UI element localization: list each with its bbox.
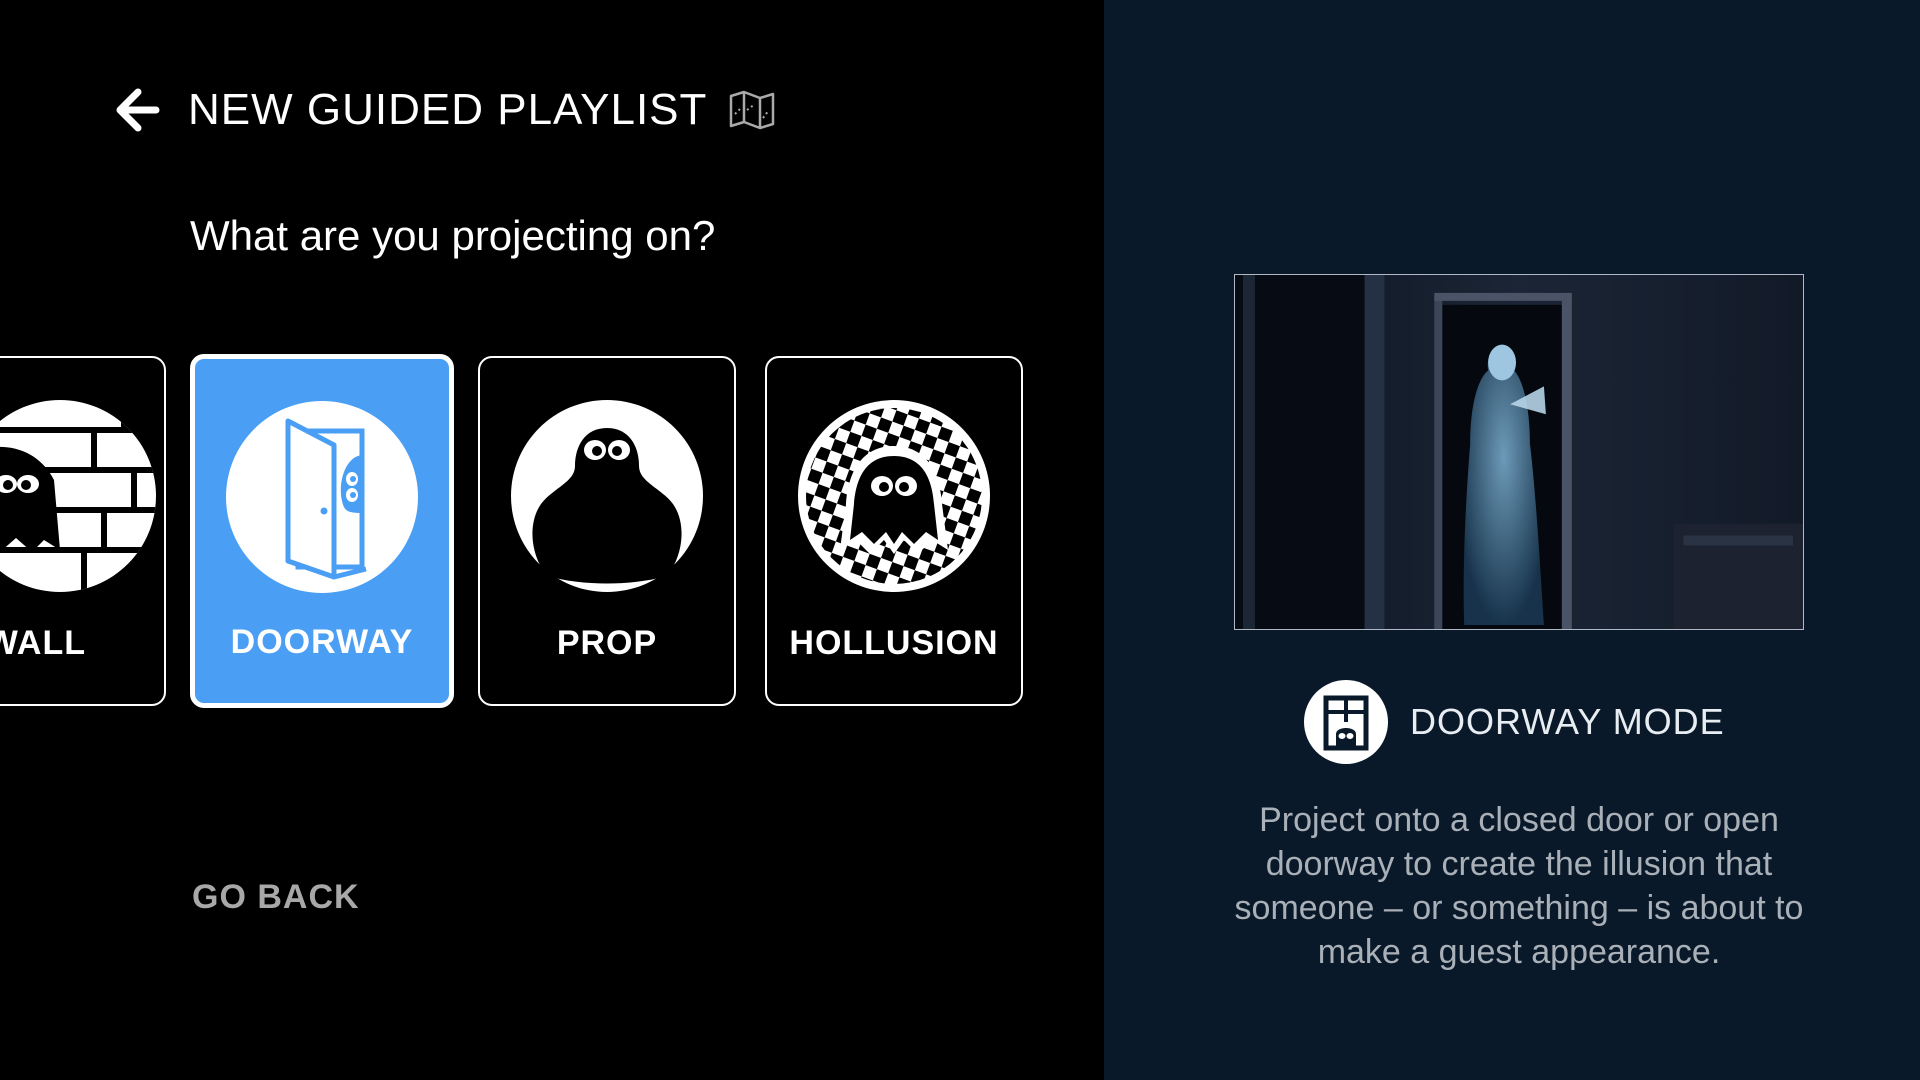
card-doorway[interactable]: DOORWAY <box>190 354 454 708</box>
left-panel: NEW GUIDED PLAYLIST What are you project… <box>0 0 1104 1080</box>
card-prop[interactable]: PROP <box>478 356 736 706</box>
card-label: HOLLUSION <box>789 624 999 662</box>
question-heading: What are you projecting on? <box>190 212 716 259</box>
go-back-button[interactable]: GO BACK <box>192 878 360 917</box>
header: NEW GUIDED PLAYLIST <box>112 82 775 138</box>
page-title: NEW GUIDED PLAYLIST <box>188 85 708 134</box>
preview-image <box>1234 274 1804 630</box>
card-label: DOORWAY <box>230 623 414 661</box>
ghost-doorway-icon <box>226 401 418 593</box>
mode-title: DOORWAY MODE <box>1410 701 1725 742</box>
card-label: WALL <box>0 624 86 662</box>
card-wall[interactable]: WALL <box>0 356 166 706</box>
ghost-checker-icon <box>798 400 990 592</box>
card-label: PROP <box>556 624 658 662</box>
ghost-prop-icon <box>511 400 703 592</box>
doorway-mode-icon <box>1304 680 1388 764</box>
arrow-left-icon[interactable] <box>112 86 160 134</box>
ghost-brick-wall-icon <box>0 400 156 592</box>
card-hollusion[interactable]: HOLLUSION <box>765 356 1023 706</box>
mode-heading: DOORWAY MODE <box>1304 680 1725 764</box>
detail-panel: DOORWAY MODE Project onto a closed door … <box>1104 0 1920 1080</box>
mode-description: Project onto a closed door or open doorw… <box>1234 801 1804 971</box>
map-icon <box>730 90 775 130</box>
